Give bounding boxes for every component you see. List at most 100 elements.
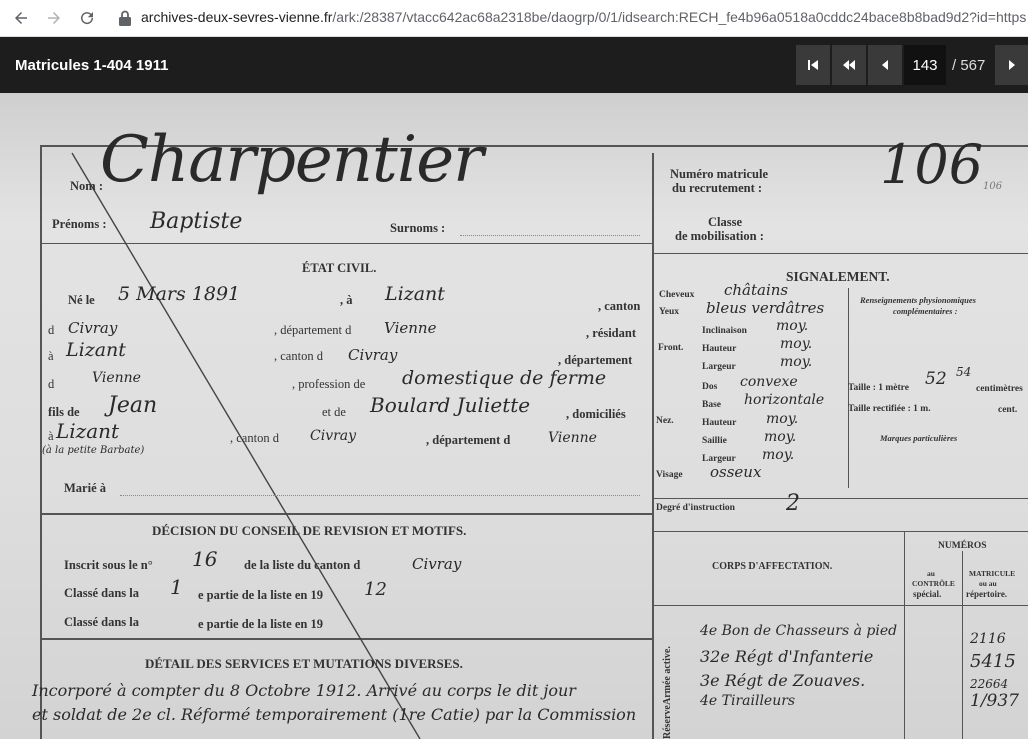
canton-value: Civray	[348, 346, 398, 364]
au-controle-3: spécial.	[913, 589, 942, 599]
base-value: horizontale	[744, 392, 825, 408]
classe1-value: 1	[170, 575, 183, 599]
etat-civil-title: ÉTAT CIVIL.	[302, 261, 377, 275]
inscrit-value: 16	[192, 547, 218, 571]
first-page-button[interactable]	[796, 45, 830, 85]
browser-toolbar: archives-deux-sevres-vienne.fr/ark:/2838…	[0, 0, 1028, 37]
prenoms-label: Prénoms :	[52, 217, 107, 231]
yeux-label: Yeux	[659, 307, 680, 317]
reserve-label: Réserve	[662, 705, 673, 739]
address-bar[interactable]: archives-deux-sevres-vienne.fr/ark:/2838…	[141, 9, 1026, 25]
page-number-input[interactable]	[904, 45, 946, 85]
dos-label: Dos	[702, 382, 718, 392]
yeux-value: bleus verdâtres	[706, 299, 825, 317]
skip-first-icon	[808, 60, 818, 70]
numeros-title: NUMÉROS	[938, 541, 987, 551]
numero-label-2: du recrutement :	[672, 181, 763, 195]
degre-value: 2	[786, 491, 800, 516]
detail-line-2: et soldat de 2e cl. Réformé temporaireme…	[32, 705, 637, 724]
matricule-3: répertoire.	[966, 589, 1008, 599]
numero-label-1: Numéro matricule	[670, 167, 769, 181]
renseignements-label-2: complémentaires :	[893, 306, 958, 316]
matricule-1: MATRICULE	[969, 569, 1016, 578]
a-label: , à	[340, 293, 353, 307]
pere-value: Jean	[108, 393, 158, 418]
corps-2: 32e Régt d'Infanterie	[700, 647, 874, 666]
ne-le-value: 5 Mars 1891	[118, 283, 241, 305]
rewind-button[interactable]	[832, 45, 866, 85]
marie-line	[120, 495, 640, 496]
profession-label: , profession de	[292, 377, 366, 391]
departement-label: , département	[558, 353, 633, 367]
corps-1: 4e Bon de Chasseurs à pied	[700, 623, 898, 639]
url-path: /ark:/28387/vtacc642ac68a2318be/daogrp/0…	[332, 9, 1026, 25]
nez-hauteur-value: moy.	[766, 411, 799, 427]
classe1-year: 12	[364, 579, 387, 600]
prenoms-value: Baptiste	[150, 209, 243, 234]
visage-label: Visage	[656, 470, 683, 480]
marques-label: Marques particulières	[880, 433, 958, 443]
detail-line-1: Incorporé à compter du 8 Octobre 1912. A…	[32, 681, 576, 700]
surnoms-label: Surnoms :	[390, 221, 446, 235]
et-de-label: et de	[322, 405, 346, 419]
largeur-value: moy.	[780, 354, 813, 370]
visage-value: osseux	[710, 463, 762, 481]
previous-page-button[interactable]	[868, 45, 902, 85]
resident-label: , résidant	[586, 326, 636, 340]
classe-dans-la-label: Classé dans la	[64, 586, 140, 600]
corps-3: 3e Régt de Zouaves.	[700, 671, 866, 690]
dos-value: convexe	[740, 374, 798, 390]
decision-title: DÉCISION DU CONSEIL DE REVISION ET MOTIF…	[152, 523, 467, 538]
marie-label: Marié à	[64, 481, 106, 495]
matricule-2: ou au	[979, 579, 997, 588]
corps-4: 4e Tirailleurs	[700, 693, 796, 709]
scanned-document[interactable]: Nom : Charpentier Prénoms : Baptiste Sur…	[0, 93, 1028, 739]
profession-value: domestique de ferme	[402, 367, 607, 389]
detail-title: DÉTAIL DES SERVICES ET MUTATIONS DIVERSE…	[145, 656, 463, 671]
viewer-title: Matricules 1-404 1911	[15, 57, 169, 74]
triangle-right-icon	[1009, 60, 1016, 70]
canton-d2-label: , canton d	[230, 431, 279, 445]
saillie-value: moy.	[764, 429, 797, 445]
triangle-left-icon	[882, 60, 888, 70]
arrow-left-icon	[15, 12, 27, 24]
page-total: / 567	[952, 56, 986, 74]
d2-label: d	[48, 377, 55, 391]
back-button[interactable]	[9, 6, 33, 30]
cent-label: cent.	[998, 405, 1018, 415]
reload-button[interactable]	[75, 6, 99, 30]
d2-value: Vienne	[92, 370, 141, 386]
next-page-button[interactable]	[995, 45, 1028, 85]
forward-button[interactable]	[42, 6, 66, 30]
taille-rectifiee-label: Taille rectifiée : 1 m.	[848, 404, 931, 414]
au-controle-2: CONTRÔLE	[912, 579, 955, 588]
numero-value: 106	[880, 133, 984, 196]
dept-value: Vienne	[384, 319, 437, 337]
nez-hauteur-label: Hauteur	[702, 418, 737, 428]
a2-value: Lizant	[66, 339, 126, 361]
dept-d2-label: , département d	[426, 433, 511, 447]
a3-value: Lizant	[56, 419, 120, 443]
nom-value: Charpentier	[100, 123, 484, 197]
a-value: Lizant	[385, 283, 445, 305]
inscrit-label: Inscrit sous le n°	[64, 558, 153, 572]
inclinaison-value: moy.	[776, 318, 809, 334]
num-3: 22664	[970, 677, 1009, 691]
nez-label: Nez.	[656, 416, 674, 426]
canton2-value: Civray	[310, 428, 357, 444]
corps-affectation-title: CORPS D'AFFECTATION.	[712, 561, 833, 572]
hauteur-value: moy.	[780, 336, 813, 352]
url-host: archives-deux-sevres-vienne.fr	[141, 9, 333, 25]
classe-label-1: Classe	[708, 215, 743, 229]
a3-note: (à la petite Barbate)	[42, 445, 145, 456]
taille-cm-value: 54	[956, 365, 972, 379]
signalement-title: SIGNALEMENT.	[786, 269, 890, 284]
dept-d-label: , département d	[274, 323, 352, 337]
dept2-value: Vienne	[548, 430, 597, 446]
taille-label: Taille : 1 mètre	[848, 383, 909, 393]
lock-icon[interactable]	[117, 9, 133, 27]
canton-d-label: , canton d	[274, 349, 323, 363]
armee-active-label: Armée active.	[662, 646, 673, 705]
classe-label-2: de mobilisation :	[675, 229, 764, 243]
inclinaison-label: Inclinaison	[702, 326, 747, 336]
